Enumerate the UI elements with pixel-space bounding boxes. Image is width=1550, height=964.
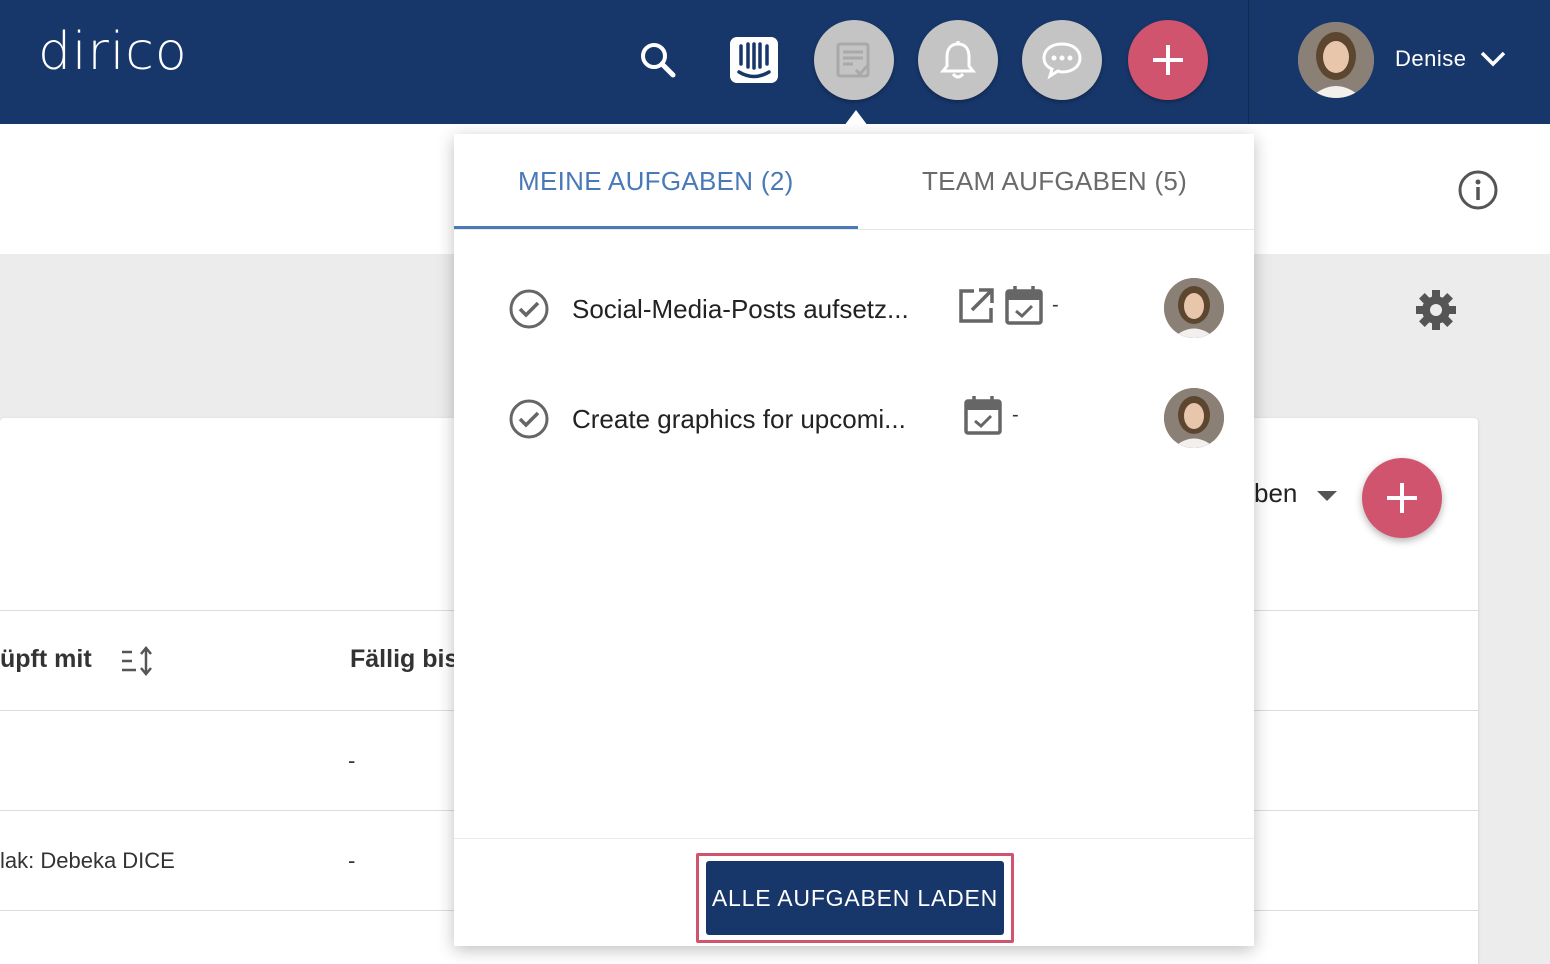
plus-icon [1153,45,1183,75]
header-divider [1248,0,1249,124]
task-title[interactable]: Social-Media-Posts aufsetz... [572,294,909,325]
column-header-linked[interactable]: üpft mit [0,645,92,674]
check-circle-icon[interactable] [508,398,550,440]
task-due-date: - [1052,294,1059,316]
tab-my-tasks[interactable]: MEINE AUFGABEN (2) [518,166,794,197]
popup-footer: ALLE AUFGABEN LADEN [454,838,1254,946]
column-header-due[interactable]: Fällig bis [350,645,458,674]
add-task-fab[interactable] [1362,458,1442,538]
gear-icon[interactable] [1414,288,1458,332]
info-icon[interactable] [1456,168,1500,212]
popup-pointer [838,110,874,134]
plus-icon [1387,483,1417,513]
filter-dropdown[interactable]: ben [1254,478,1297,509]
task-item[interactable]: Create graphics for upcomi... - [454,384,1254,454]
notifications-button[interactable] [918,20,998,100]
chat-icon [1042,42,1082,80]
caret-down-icon[interactable] [1316,490,1338,502]
search-button[interactable] [618,20,698,100]
task-item[interactable]: Social-Media-Posts aufsetz... - [454,274,1254,344]
tab-team-tasks[interactable]: TEAM AUFGABEN (5) [922,166,1187,197]
app-logo[interactable]: dirico [38,22,188,82]
highlight-frame: ALLE AUFGABEN LADEN [696,853,1014,943]
calendar-icon[interactable] [1004,284,1044,326]
task-title[interactable]: Create graphics for upcomi... [572,404,906,435]
search-icon [641,43,676,78]
check-circle-icon[interactable] [508,288,550,330]
table-cell-due: - [348,748,356,773]
chevron-down-icon[interactable] [1480,50,1506,68]
sort-icon[interactable] [120,646,156,676]
user-name[interactable]: Denise [1395,46,1466,72]
task-due-date: - [1012,404,1019,426]
user-avatar[interactable] [1298,22,1374,98]
intercom-button[interactable] [714,20,794,100]
open-external-icon[interactable] [956,286,996,326]
tasks-icon [836,42,870,78]
table-cell-due: - [348,848,356,873]
calendar-icon[interactable] [963,394,1003,436]
create-button[interactable] [1128,20,1208,100]
assignee-avatar [1164,388,1224,448]
chat-button[interactable] [1022,20,1102,100]
intercom-icon [730,37,778,83]
assignee-avatar [1164,278,1224,338]
tasks-button[interactable] [814,20,894,100]
table-cell-linked: lak: Debeka DICE [0,848,175,873]
tasks-popup: MEINE AUFGABEN (2) TEAM AUFGABEN (5) Soc… [454,134,1254,946]
tab-divider [454,229,1254,230]
load-all-tasks-button[interactable]: ALLE AUFGABEN LADEN [706,861,1004,935]
top-bar: dirico Denise [0,0,1550,124]
bell-icon [939,41,977,79]
